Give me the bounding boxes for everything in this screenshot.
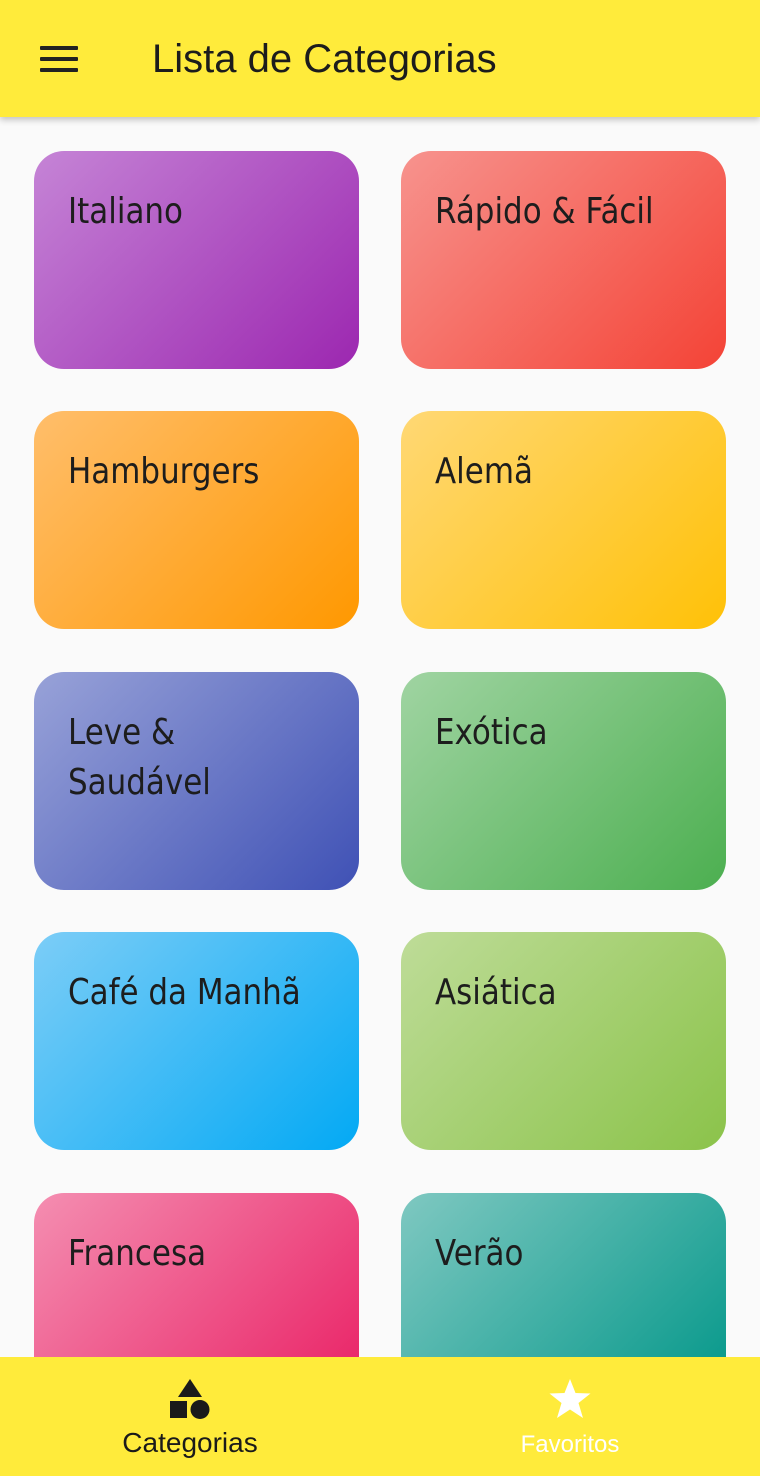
category-card[interactable]: Asiática bbox=[401, 932, 726, 1150]
tab-categorias[interactable]: Categorias bbox=[0, 1357, 380, 1476]
category-icon bbox=[170, 1379, 210, 1419]
bottom-navigation: Categorias Favoritos bbox=[0, 1357, 760, 1476]
category-grid: Italiano Rápido & Fácil Hamburgers Alemã… bbox=[0, 117, 760, 1357]
category-title: Exótica bbox=[435, 712, 548, 753]
category-title: Verão bbox=[435, 1233, 524, 1274]
category-card[interactable]: Francesa bbox=[34, 1193, 359, 1357]
category-title: Leve & Saudável bbox=[68, 712, 211, 803]
tab-favoritos[interactable]: Favoritos bbox=[380, 1357, 760, 1476]
category-title: Francesa bbox=[68, 1233, 207, 1274]
tab-label: Favoritos bbox=[520, 1431, 620, 1458]
category-title: Italiano bbox=[68, 191, 183, 232]
menu-icon bbox=[40, 46, 78, 72]
category-title: Asiática bbox=[435, 972, 557, 1013]
category-card[interactable]: Alemã bbox=[401, 411, 726, 629]
category-title: Alemã bbox=[435, 451, 533, 492]
category-card[interactable]: Italiano bbox=[34, 151, 359, 369]
category-card[interactable]: Hamburgers bbox=[34, 411, 359, 629]
category-card[interactable]: Leve & Saudável bbox=[34, 672, 359, 890]
category-card[interactable]: Rápido & Fácil bbox=[401, 151, 726, 369]
tab-label: Categorias bbox=[122, 1427, 258, 1458]
app-screen: Lista de Categorias Italiano Rápido & Fá… bbox=[0, 0, 760, 1476]
page-title: Lista de Categorias bbox=[152, 37, 497, 81]
menu-button[interactable] bbox=[24, 26, 94, 92]
category-title: Rápido & Fácil bbox=[435, 191, 654, 232]
category-title: Café da Manhã bbox=[68, 972, 301, 1013]
category-card[interactable]: Exótica bbox=[401, 672, 726, 890]
category-card[interactable]: Café da Manhã bbox=[34, 932, 359, 1150]
category-title: Hamburgers bbox=[68, 451, 260, 492]
app-bar: Lista de Categorias bbox=[0, 0, 760, 117]
category-card[interactable]: Verão bbox=[401, 1193, 726, 1357]
star-icon bbox=[549, 1379, 591, 1418]
